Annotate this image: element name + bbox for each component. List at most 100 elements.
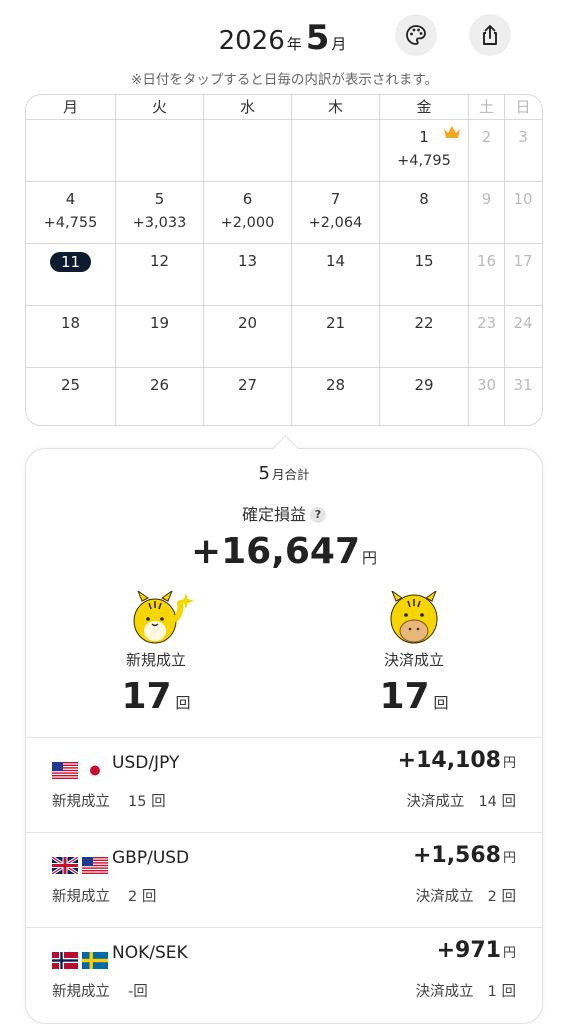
pair-settle-unit: 回 <box>501 794 517 810</box>
calendar-day-15[interactable]: 15 <box>380 244 469 305</box>
calendar-day-17[interactable]: 17 <box>505 244 541 305</box>
calendar-day-5[interactable]: 5 +3,033 <box>116 182 204 243</box>
day-pnl: +2,000 <box>220 215 275 231</box>
weekday-mon: 月 <box>26 95 116 119</box>
calendar-day-29[interactable]: 29 <box>380 368 469 425</box>
pair-profit-unit: 円 <box>502 946 516 961</box>
pair-settle-label: 決済成立 <box>415 984 474 1000</box>
pair-settled-orders: 決済成立 1 回 <box>416 980 516 1001</box>
uk-flag-icon <box>52 857 78 874</box>
us-flag-icon <box>52 762 78 779</box>
help-icon[interactable]: ? <box>310 507 326 523</box>
pair-settle-label: 決済成立 <box>406 794 465 810</box>
pair-profit-unit: 円 <box>502 851 516 866</box>
pair-new-label: 新規成立 <box>52 794 110 810</box>
day-number: 31 <box>513 376 533 394</box>
day-number: 9 <box>481 190 492 208</box>
day-number: 23 <box>476 314 497 332</box>
pair-new-orders: 新規成立 2 回 <box>52 885 156 906</box>
day-number: 7 <box>330 190 341 208</box>
calendar-day-2[interactable]: 2 <box>469 120 505 181</box>
calendar-day-1[interactable]: 1 +4,795 <box>380 120 469 181</box>
day-number: 4 <box>65 190 76 208</box>
weekday-thu: 木 <box>292 95 380 119</box>
settled-orders-count-row: 17 回 <box>334 676 494 717</box>
calendar-empty-cell <box>26 120 116 181</box>
pair-settle-unit: 回 <box>501 984 517 1000</box>
pair-flags <box>52 952 108 969</box>
calendar-day-31[interactable]: 31 <box>505 368 541 425</box>
day-number: 2 <box>481 128 492 146</box>
calendar-day-8[interactable]: 8 <box>380 182 469 243</box>
pair-new-label: 新規成立 <box>52 889 110 905</box>
calendar-day-14[interactable]: 14 <box>292 244 380 305</box>
calendar-day-28[interactable]: 28 <box>292 368 380 425</box>
realized-pl-value: +16,647 <box>190 531 361 572</box>
calendar-day-18[interactable]: 18 <box>26 306 116 367</box>
calendar-day-16[interactable]: 16 <box>469 244 505 305</box>
calendar-day-25[interactable]: 25 <box>26 368 116 425</box>
new-orders-stat: 新規成立 17 回 <box>76 589 236 717</box>
pair-new-orders: 新規成立 15 回 <box>52 790 166 811</box>
calendar-day-30[interactable]: 30 <box>469 368 505 425</box>
day-number: 5 <box>154 190 165 208</box>
pair-flags <box>52 857 108 874</box>
calendar-empty-cell <box>292 120 380 181</box>
pair-name: GBP/USD <box>112 848 190 868</box>
calendar-day-12[interactable]: 12 <box>116 244 204 305</box>
calendar-day-6[interactable]: 6 +2,000 <box>204 182 292 243</box>
palette-icon <box>406 25 426 45</box>
calendar-day-9[interactable]: 9 <box>469 182 505 243</box>
theme-button[interactable] <box>395 14 437 56</box>
new-orders-unit: 回 <box>175 694 191 712</box>
calendar-day-23[interactable]: 23 <box>469 306 505 367</box>
calendar-day-19[interactable]: 19 <box>116 306 204 367</box>
share-button[interactable] <box>469 14 511 56</box>
pair-name: USD/JPY <box>112 753 180 773</box>
panel-pointer <box>272 435 299 462</box>
calendar-day-7[interactable]: 7 +2,064 <box>292 182 380 243</box>
calendar-week-row: 4 +4,755 5 +3,033 6 +2,000 7 +2,064 8 9 10 <box>26 182 542 244</box>
day-number: 25 <box>60 376 81 394</box>
pair-new-unit: 回 <box>133 984 148 1000</box>
calendar-day-3[interactable]: 3 <box>505 120 541 181</box>
pair-settled-orders: 決済成立 14 回 <box>406 790 516 811</box>
calendar-day-26[interactable]: 26 <box>116 368 204 425</box>
pair-row-usdjpy[interactable]: USD/JPY +14,108 円 新規成立 15 回 決済成立 14 回 <box>26 738 542 832</box>
pair-row-noksek[interactable]: NOK/SEK +971 円 新規成立 -回 決済成立 1 回 <box>26 928 542 1022</box>
calendar: 月 火 水 木 金 土 日 1 +4,795 2 3 4 +4,755 5 +3,033 6 +2… <box>25 94 543 426</box>
realized-pl-row: +16,647 円 <box>26 531 542 572</box>
pair-settle-count: 2 <box>487 889 497 905</box>
day-number: 6 <box>242 190 253 208</box>
pair-new-unit: 回 <box>141 889 157 905</box>
day-number: 15 <box>414 252 434 270</box>
calendar-day-27[interactable]: 27 <box>204 368 292 425</box>
pair-profit-row: +1,568 円 <box>413 843 516 868</box>
day-number: 11 <box>26 252 115 272</box>
settled-orders-count: 17 <box>379 676 430 717</box>
calendar-day-22[interactable]: 22 <box>380 306 469 367</box>
summary-title-suffix: 月合計 <box>271 467 310 482</box>
realized-pl-label: 確定損益 <box>241 505 306 524</box>
calendar-day-21[interactable]: 21 <box>292 306 380 367</box>
calendar-day-10[interactable]: 10 <box>505 182 541 243</box>
calendar-day-20[interactable]: 20 <box>204 306 292 367</box>
se-flag-icon <box>82 952 108 969</box>
pair-profit: +1,568 <box>412 843 501 868</box>
pair-new-label: 新規成立 <box>52 984 110 1000</box>
calendar-day-4[interactable]: 4 +4,755 <box>26 182 116 243</box>
calendar-day-11[interactable]: 11 <box>26 244 116 305</box>
new-orders-label: 新規成立 <box>125 651 186 669</box>
day-number: 17 <box>513 252 533 270</box>
calendar-day-24[interactable]: 24 <box>505 306 541 367</box>
day-number: 27 <box>237 376 258 394</box>
new-orders-count-row: 17 回 <box>76 676 236 717</box>
pair-profit-row: +14,108 円 <box>398 748 516 773</box>
pair-row-gbpusd[interactable]: GBP/USD +1,568 円 新規成立 2 回 決済成立 2 回 <box>26 833 542 927</box>
pair-profit: +971 <box>436 938 501 963</box>
pair-new-unit: 回 <box>151 794 166 810</box>
day-pnl: +3,033 <box>132 215 187 231</box>
day-number: 19 <box>149 314 170 332</box>
calendar-day-13[interactable]: 13 <box>204 244 292 305</box>
day-number: 12 <box>149 252 170 270</box>
